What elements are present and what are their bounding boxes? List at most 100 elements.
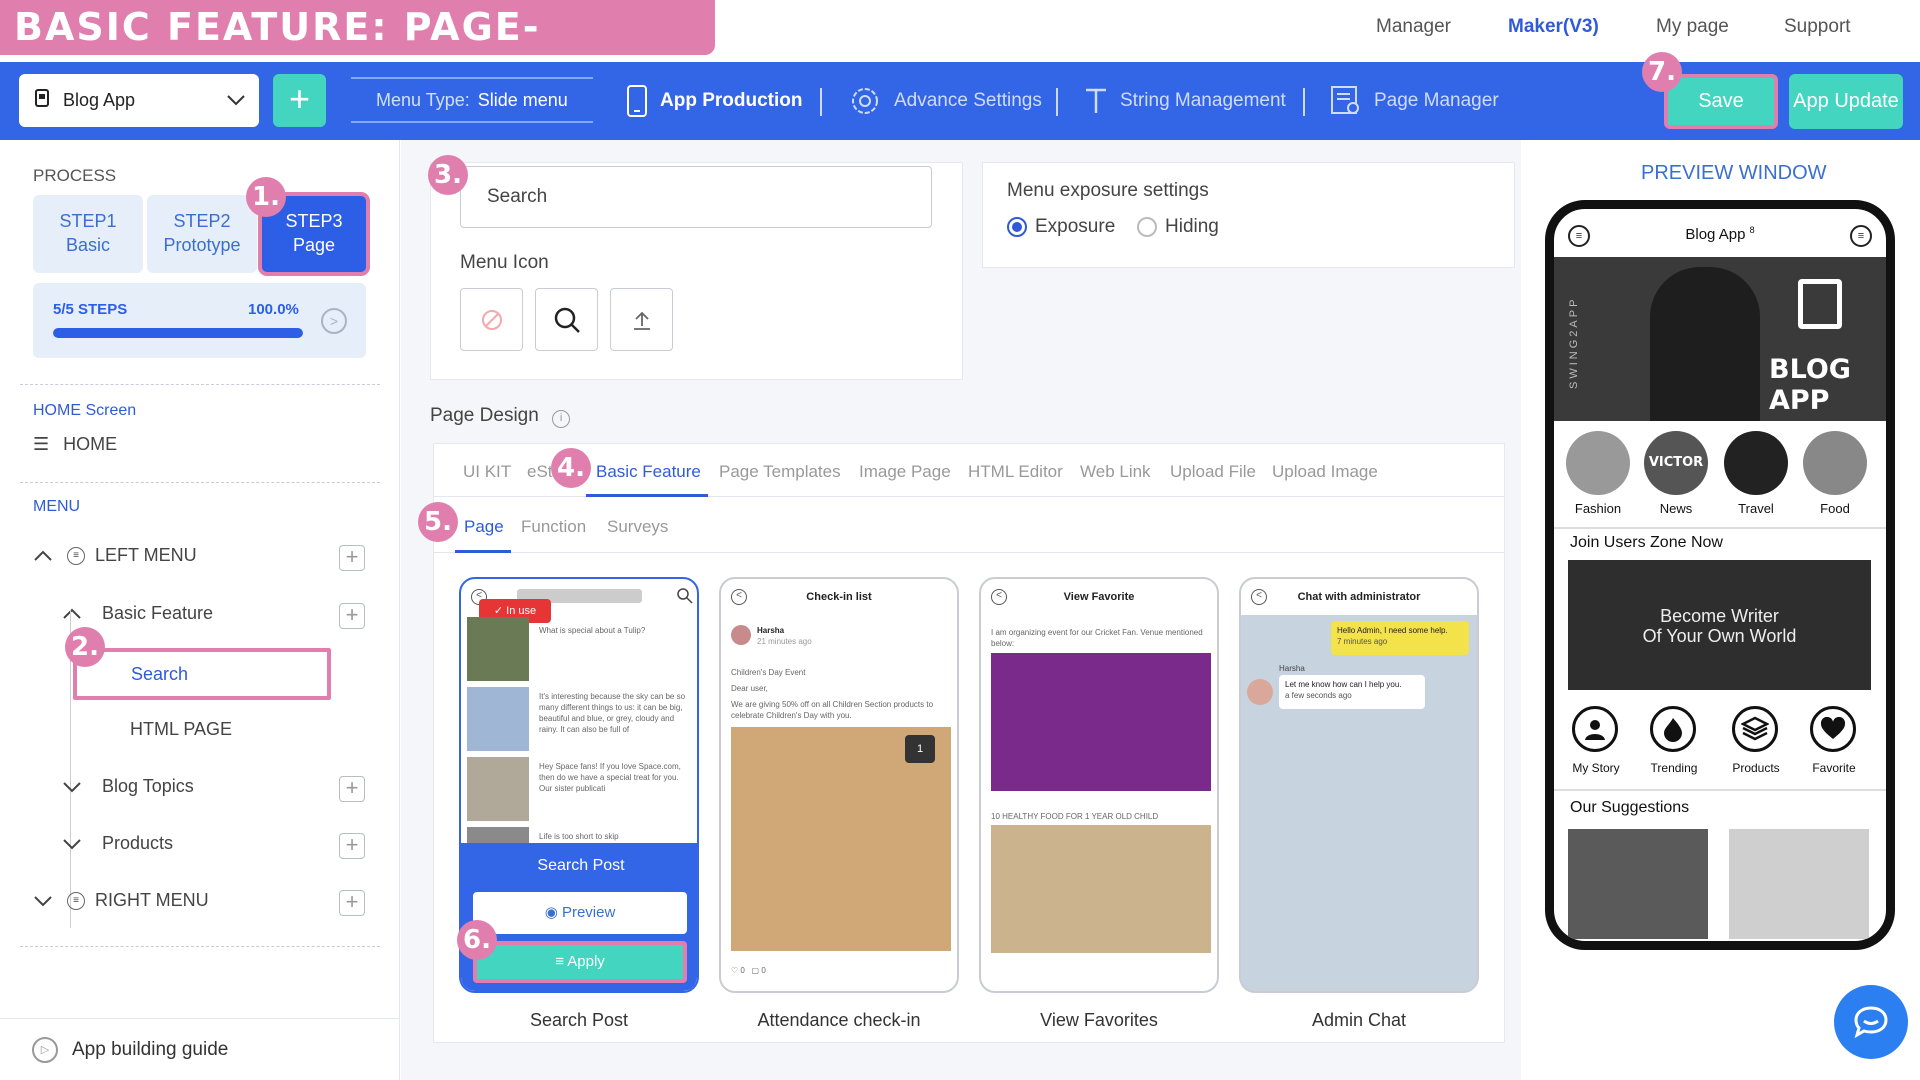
tab-page-manager[interactable]: Page Manager bbox=[1330, 84, 1499, 118]
basic-feature-group[interactable]: Basic Feature bbox=[62, 603, 213, 624]
tab-basic-feature[interactable]: Basic Feature bbox=[596, 462, 701, 482]
food-title: 10 HEALTHY FOOD FOR 1 YEAR OLD CHILD bbox=[991, 812, 1159, 821]
toolbar-divider bbox=[1303, 88, 1305, 116]
chevron-down-icon bbox=[34, 895, 52, 906]
menu-type-selector[interactable]: Menu Type: Slide menu bbox=[351, 77, 593, 123]
right-menu-group[interactable]: ≡ RIGHT MENU bbox=[33, 890, 209, 911]
menu-icon-label: Menu Icon bbox=[460, 252, 549, 273]
step-badge-7: 7. bbox=[1642, 52, 1682, 92]
add-left-menu-button[interactable]: + bbox=[339, 545, 365, 571]
food-photo bbox=[991, 825, 1211, 953]
tab-upload-image[interactable]: Upload Image bbox=[1272, 462, 1378, 482]
tab-string-management-label: String Management bbox=[1120, 90, 1286, 111]
hiding-option-label: Hiding bbox=[1165, 216, 1219, 237]
basic-feature-label: Basic Feature bbox=[102, 603, 214, 623]
card-title-admin-chat: Admin Chat bbox=[1311, 1010, 1407, 1030]
step2-card[interactable]: STEP2 Prototype bbox=[147, 195, 257, 273]
chat-support-button[interactable] bbox=[1834, 985, 1908, 1059]
left-menu-group[interactable]: ≡ LEFT MENU bbox=[33, 545, 197, 566]
card-title-attendance: Attendance check-in bbox=[757, 1010, 921, 1030]
menu-item-search[interactable]: Search bbox=[73, 648, 331, 700]
progress-card: 5/5 STEPS 100.0% > bbox=[33, 283, 366, 358]
space-thumbnail bbox=[467, 757, 529, 821]
blog-topics-group[interactable]: Blog Topics bbox=[62, 776, 194, 797]
app-update-button[interactable]: App Update bbox=[1789, 74, 1903, 129]
nav-manager[interactable]: Manager bbox=[1376, 16, 1451, 38]
preview-button[interactable]: ◉ Preview bbox=[473, 892, 687, 934]
user-icon[interactable] bbox=[1572, 706, 1618, 752]
tab-image-page[interactable]: Image Page bbox=[859, 462, 951, 482]
blog-topics-label: Blog Topics bbox=[102, 776, 194, 796]
category-news-image[interactable]: VICTOR bbox=[1644, 431, 1708, 495]
tab-ui-kit[interactable]: UI KIT bbox=[463, 462, 511, 482]
upload-icon-button[interactable] bbox=[610, 288, 673, 351]
box-icon[interactable] bbox=[1732, 706, 1778, 752]
tab-web-link[interactable]: Web Link bbox=[1080, 462, 1151, 482]
template-card-admin-chat[interactable]: < Chat with administrator Hello Admin, I… bbox=[1239, 577, 1479, 993]
category-travel-image[interactable] bbox=[1724, 431, 1788, 495]
upload-icon bbox=[633, 311, 650, 330]
suggestion-image[interactable] bbox=[1568, 829, 1708, 939]
step2-title: STEP2 bbox=[173, 211, 231, 231]
subtab-function[interactable]: Function bbox=[521, 517, 586, 537]
preview-app-title-text: Blog App bbox=[1685, 226, 1746, 243]
hiding-radio[interactable]: Hiding bbox=[1137, 216, 1219, 238]
join-banner-line1: Become Writer bbox=[1660, 606, 1779, 626]
heart-icon[interactable] bbox=[1810, 706, 1856, 752]
tab-page-templates[interactable]: Page Templates bbox=[719, 462, 841, 482]
no-icon-option[interactable] bbox=[460, 288, 523, 351]
exposure-option-label: Exposure bbox=[1035, 216, 1116, 237]
post-text: Life is too short to skip bbox=[539, 832, 619, 841]
menu-name-input[interactable]: Search bbox=[460, 166, 932, 228]
add-products-button[interactable]: + bbox=[339, 833, 365, 859]
phone-icon bbox=[627, 85, 647, 117]
tab-advance-settings[interactable]: Advance Settings bbox=[848, 84, 1042, 118]
step-badge-1: 1. bbox=[246, 177, 286, 217]
card-title-search-post: Search Post bbox=[529, 1010, 629, 1030]
nav-my-page[interactable]: My page bbox=[1656, 16, 1729, 38]
tab-upload-file[interactable]: Upload File bbox=[1170, 462, 1256, 482]
step-badge-5: 5. bbox=[418, 502, 458, 542]
apply-button[interactable]: ≡ Apply bbox=[473, 941, 687, 983]
fire-icon[interactable] bbox=[1650, 706, 1696, 752]
nav-support[interactable]: Support bbox=[1784, 16, 1851, 38]
category-fashion-image[interactable] bbox=[1566, 431, 1630, 495]
html-page-label: HTML PAGE bbox=[130, 719, 233, 739]
subtabs-divider bbox=[433, 552, 1505, 553]
brand-vertical-text: SWING2APP bbox=[1568, 296, 1580, 389]
tab-app-production[interactable]: App Production bbox=[626, 84, 802, 118]
home-item[interactable]: ☰ HOME bbox=[33, 434, 117, 455]
join-banner[interactable]: Become Writer Of Your Own World bbox=[1568, 560, 1871, 690]
like-count: 0 bbox=[740, 966, 745, 975]
products-group[interactable]: Products bbox=[62, 833, 173, 854]
add-basic-feature-button[interactable]: + bbox=[339, 603, 365, 629]
menu-item-html-page[interactable]: HTML PAGE bbox=[130, 719, 232, 740]
search-icon-option[interactable] bbox=[535, 288, 598, 351]
sky-thumbnail bbox=[467, 687, 529, 751]
next-arrow-icon[interactable]: > bbox=[321, 308, 347, 334]
page-manager-icon bbox=[1331, 86, 1359, 114]
app-building-guide-link[interactable]: ▷ App building guide bbox=[0, 1018, 400, 1080]
subtab-surveys[interactable]: Surveys bbox=[607, 517, 668, 537]
add-app-button[interactable]: + bbox=[273, 74, 326, 127]
suggestion-image[interactable] bbox=[1729, 829, 1869, 939]
tab-est[interactable]: eSt bbox=[527, 462, 553, 482]
nav-maker[interactable]: Maker(V3) bbox=[1508, 16, 1599, 38]
exposure-title: Menu exposure settings bbox=[1007, 180, 1209, 201]
template-card-attendance[interactable]: < Check-in list Harsha 21 minutes ago Ch… bbox=[719, 577, 959, 993]
card-title-view-favorites: View Favorites bbox=[1040, 1010, 1158, 1030]
add-right-menu-button[interactable]: + bbox=[339, 890, 365, 916]
toolbar-divider bbox=[820, 88, 822, 116]
subtab-page[interactable]: Page bbox=[464, 517, 504, 537]
preview-label: Preview bbox=[561, 904, 616, 921]
step1-card[interactable]: STEP1 Basic bbox=[33, 195, 143, 273]
tab-html-editor[interactable]: HTML Editor bbox=[968, 462, 1063, 482]
card-hover-overlay: Search Post ◉ Preview ≡ Apply bbox=[461, 843, 697, 991]
category-food-image[interactable] bbox=[1803, 431, 1867, 495]
exposure-radio[interactable]: Exposure bbox=[1007, 216, 1115, 238]
app-selector[interactable]: Blog App bbox=[19, 74, 259, 127]
tab-string-management[interactable]: String Management bbox=[1084, 84, 1286, 118]
add-blog-topics-button[interactable]: + bbox=[339, 776, 365, 802]
save-button[interactable]: Save bbox=[1664, 74, 1778, 129]
template-card-view-favorites[interactable]: < View Favorite I am organizing event fo… bbox=[979, 577, 1219, 993]
